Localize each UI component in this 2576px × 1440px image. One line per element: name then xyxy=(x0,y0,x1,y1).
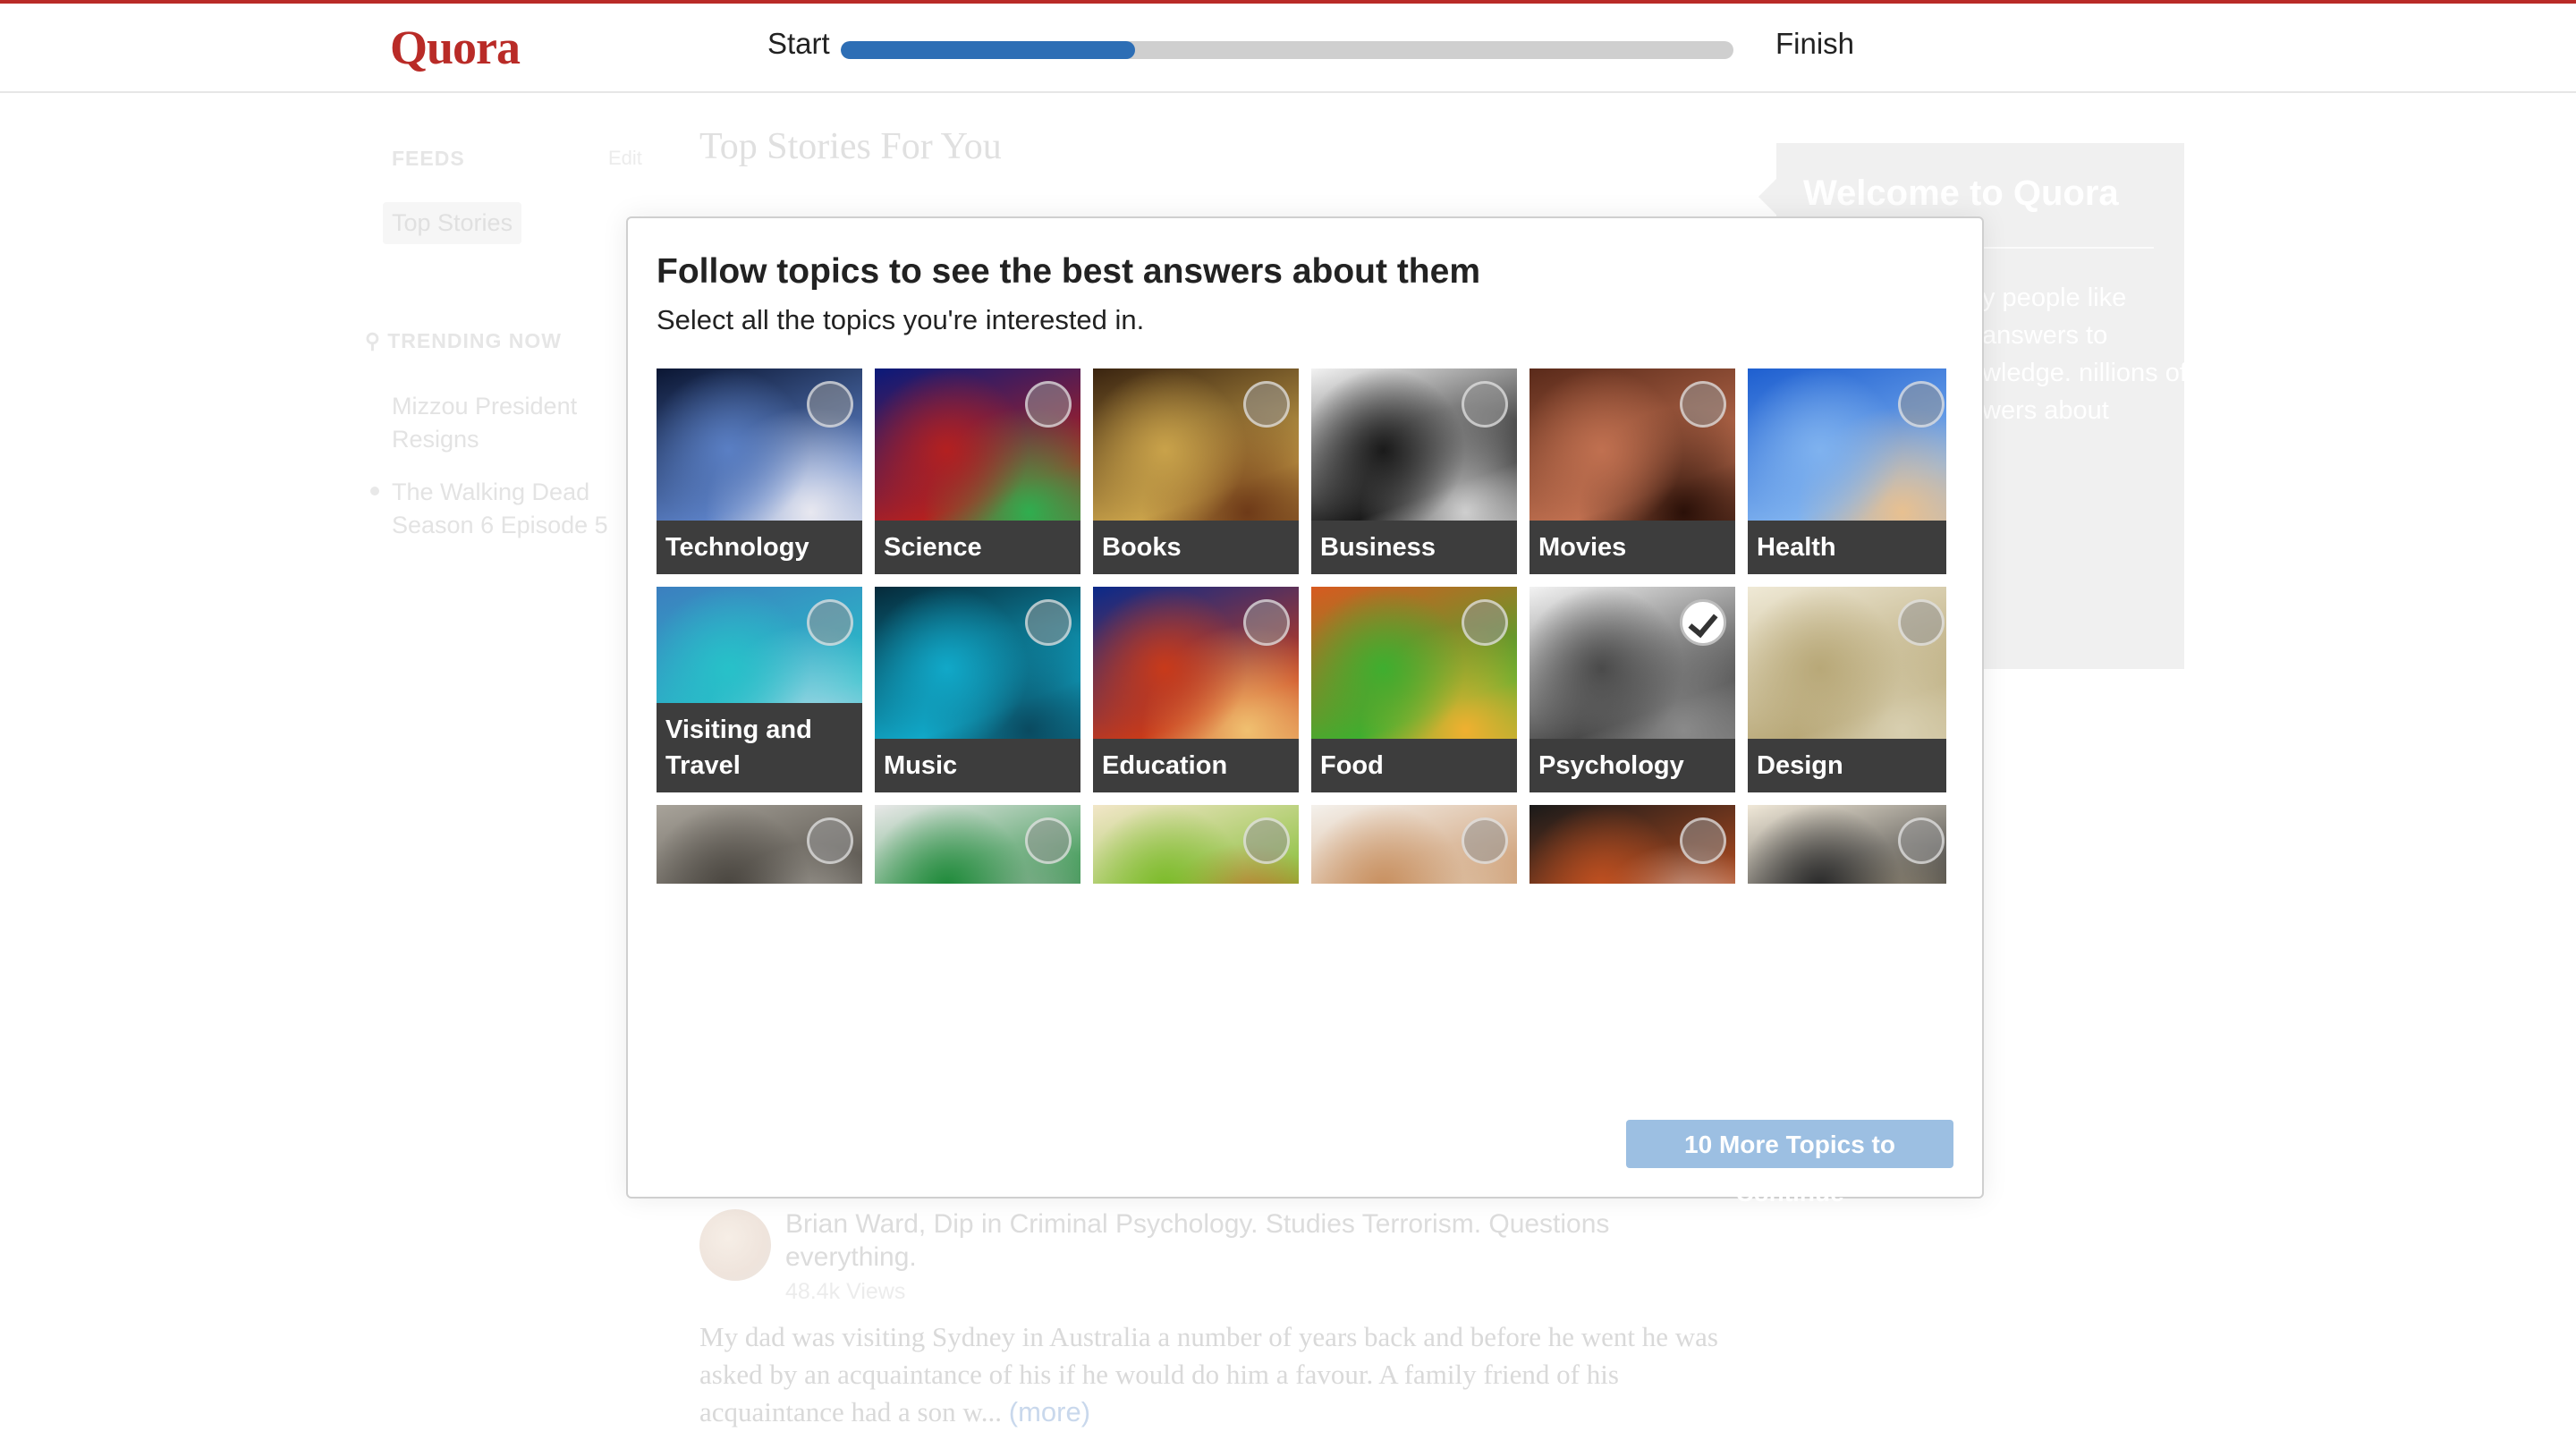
story-excerpt: My dad was visiting Sydney in Australia … xyxy=(699,1318,1737,1431)
topic-label: Education xyxy=(1093,739,1299,792)
topic-tile[interactable]: Cooking xyxy=(1093,805,1299,884)
progress-fill xyxy=(841,41,1136,59)
topic-label: Food xyxy=(1311,739,1517,792)
select-circle-icon[interactable] xyxy=(1898,817,1945,864)
progress-finish-label: Finish xyxy=(1775,27,1855,60)
topics-grid[interactable]: Technology Science Books Business Movies Heal… xyxy=(657,368,1946,884)
welcome-pointer xyxy=(1758,179,1776,215)
topic-label: Music xyxy=(875,739,1080,792)
avatar[interactable] xyxy=(699,1209,771,1281)
topic-label: Design xyxy=(1748,739,1946,792)
more-link[interactable]: (more) xyxy=(1009,1396,1090,1427)
trending-icon: ⚲ xyxy=(365,329,388,352)
select-circle-icon[interactable] xyxy=(1243,599,1290,646)
trending-item[interactable]: The Walking Dead Season 6 Episode 5 xyxy=(392,476,624,542)
select-circle-icon[interactable] xyxy=(1243,817,1290,864)
select-circle-icon[interactable] xyxy=(1025,817,1072,864)
modal-title: Follow topics to see the best answers ab… xyxy=(657,252,1480,291)
trending-item[interactable]: Mizzou President Resigns xyxy=(392,390,606,456)
feeds-edit-link[interactable]: Edit xyxy=(608,147,642,170)
onboarding-progress-bar xyxy=(841,41,1733,59)
follow-topics-modal: Follow topics to see the best answers ab… xyxy=(626,216,1984,1207)
topic-tile[interactable]: Health xyxy=(1748,368,1946,574)
progress-start-label: Start xyxy=(767,27,830,60)
select-circle-icon[interactable] xyxy=(807,599,853,646)
topic-tile[interactable]: Visiting and Travel xyxy=(657,587,862,792)
select-circle-icon[interactable] xyxy=(1462,599,1508,646)
quora-logo[interactable]: Quora xyxy=(390,20,521,75)
select-circle-icon[interactable] xyxy=(1898,381,1945,428)
trending-label: TRENDING NOW xyxy=(387,329,562,352)
select-circle-icon[interactable] xyxy=(1898,599,1945,646)
select-circle-icon[interactable] xyxy=(1025,599,1072,646)
topic-tile[interactable]: Movies xyxy=(1530,368,1735,574)
welcome-text: y people like answers to wledge. nillion… xyxy=(1982,284,2187,425)
select-circle-icon[interactable] xyxy=(1025,381,1072,428)
topic-label: Movies xyxy=(1530,521,1735,574)
topic-tile[interactable]: Books xyxy=(1093,368,1299,574)
select-circle-icon[interactable] xyxy=(1680,817,1726,864)
header: Quora Start Finish xyxy=(0,4,2576,93)
trending-heading: ⚲ TRENDING NOW xyxy=(365,329,562,353)
modal-subtitle: Select all the topics you're interested … xyxy=(657,304,1145,335)
topic-tile[interactable]: Psychology xyxy=(1530,587,1735,792)
topic-tile[interactable]: Business xyxy=(1311,368,1517,574)
topic-tile[interactable]: Science xyxy=(875,368,1080,574)
checkmark-icon[interactable] xyxy=(1680,599,1726,646)
topic-label: Health xyxy=(1748,521,1946,574)
topic-label: Books xyxy=(1093,521,1299,574)
topic-tile[interactable]: Sports xyxy=(1530,805,1735,884)
story-text: My dad was visiting Sydney in Australia … xyxy=(699,1321,1718,1427)
topic-label: Technology xyxy=(657,521,862,574)
feed-title: Top Stories For You xyxy=(699,126,1002,167)
topic-tile[interactable]: Design xyxy=(1748,587,1946,792)
continue-button[interactable]: 10 More Topics to Continue xyxy=(1626,1120,1953,1207)
author-credential[interactable]: Brian Ward, Dip in Criminal Psychology. … xyxy=(785,1207,1680,1274)
topic-label: Psychology xyxy=(1530,739,1735,792)
topic-tile[interactable]: History xyxy=(657,805,862,884)
select-circle-icon[interactable] xyxy=(1462,381,1508,428)
topic-tile[interactable]: Education xyxy=(1093,587,1299,792)
welcome-title: Welcome to Quora xyxy=(1803,174,2119,213)
topic-tile[interactable]: Photography xyxy=(1748,805,1946,884)
topic-tile[interactable]: Music xyxy=(875,587,1080,792)
topic-label: Visiting and Travel xyxy=(657,703,862,792)
select-circle-icon[interactable] xyxy=(1462,817,1508,864)
sidebar-item-top-stories[interactable]: Top Stories xyxy=(383,202,522,244)
bullet-icon xyxy=(370,487,379,496)
view-count: 48.4k Views xyxy=(785,1279,906,1304)
topic-tile[interactable]: Writing xyxy=(1311,805,1517,884)
topic-label: Science xyxy=(875,521,1080,574)
select-circle-icon[interactable] xyxy=(1680,381,1726,428)
topic-tile[interactable]: Economics xyxy=(875,805,1080,884)
select-circle-icon[interactable] xyxy=(1243,381,1290,428)
select-circle-icon[interactable] xyxy=(807,381,853,428)
topic-tile[interactable]: Technology xyxy=(657,368,862,574)
feeds-heading: FEEDS xyxy=(392,147,465,170)
select-circle-icon[interactable] xyxy=(807,817,853,864)
topic-tile[interactable]: Food xyxy=(1311,587,1517,792)
topic-label: Business xyxy=(1311,521,1517,574)
